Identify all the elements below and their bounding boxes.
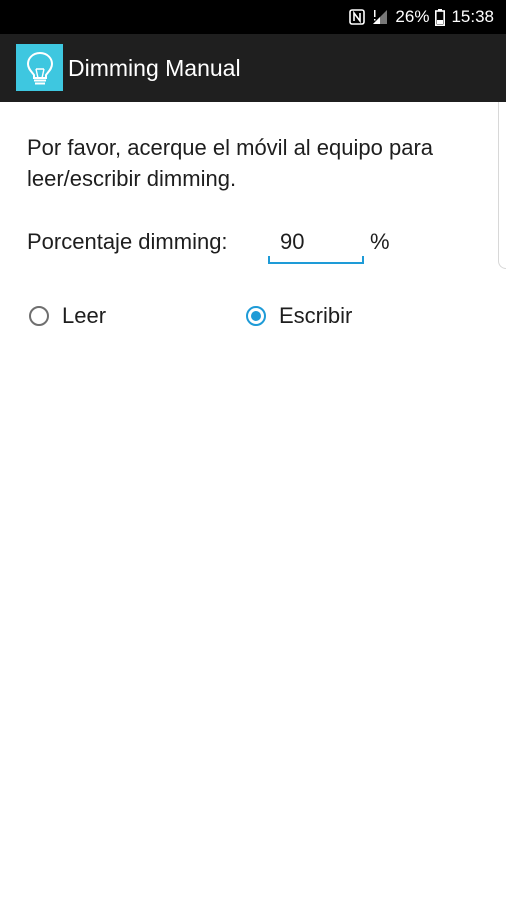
radio-escribir[interactable]: Escribir <box>246 302 352 330</box>
percent-sign: % <box>370 229 390 254</box>
lightbulb-icon <box>16 44 63 91</box>
clock: 15:38 <box>451 7 494 26</box>
signal-icon <box>371 9 389 25</box>
battery-percent: 26% <box>395 7 430 26</box>
radio-leer[interactable]: Leer <box>29 302 106 330</box>
main-content: Por favor, acerque el móvil al equipo pa… <box>0 102 506 900</box>
dimming-percentage-input[interactable] <box>268 222 364 264</box>
battery-icon <box>435 8 446 26</box>
app-title: Dimming Manual <box>68 55 241 81</box>
nfc-icon <box>349 9 366 25</box>
radio-escribir-label: Escribir <box>279 303 353 328</box>
radio-escribir-circle[interactable] <box>246 306 266 326</box>
radio-leer-circle[interactable] <box>29 306 49 326</box>
status-icons: 26% 15:38 <box>349 0 494 34</box>
input-underline-left-tick <box>268 256 270 264</box>
scroll-edge <box>498 102 506 269</box>
screen: 26% 15:38 Dimming Manual Por favor, acer… <box>0 0 506 900</box>
radio-leer-label: Leer <box>62 303 107 328</box>
app-bar: Dimming Manual <box>0 34 506 102</box>
instruction-message: Por favor, acerque el móvil al equipo pa… <box>27 135 434 191</box>
dimming-label: Porcentaje dimming: <box>27 229 228 254</box>
input-underline-right-tick <box>362 256 364 264</box>
status-bar: 26% 15:38 <box>0 0 506 34</box>
